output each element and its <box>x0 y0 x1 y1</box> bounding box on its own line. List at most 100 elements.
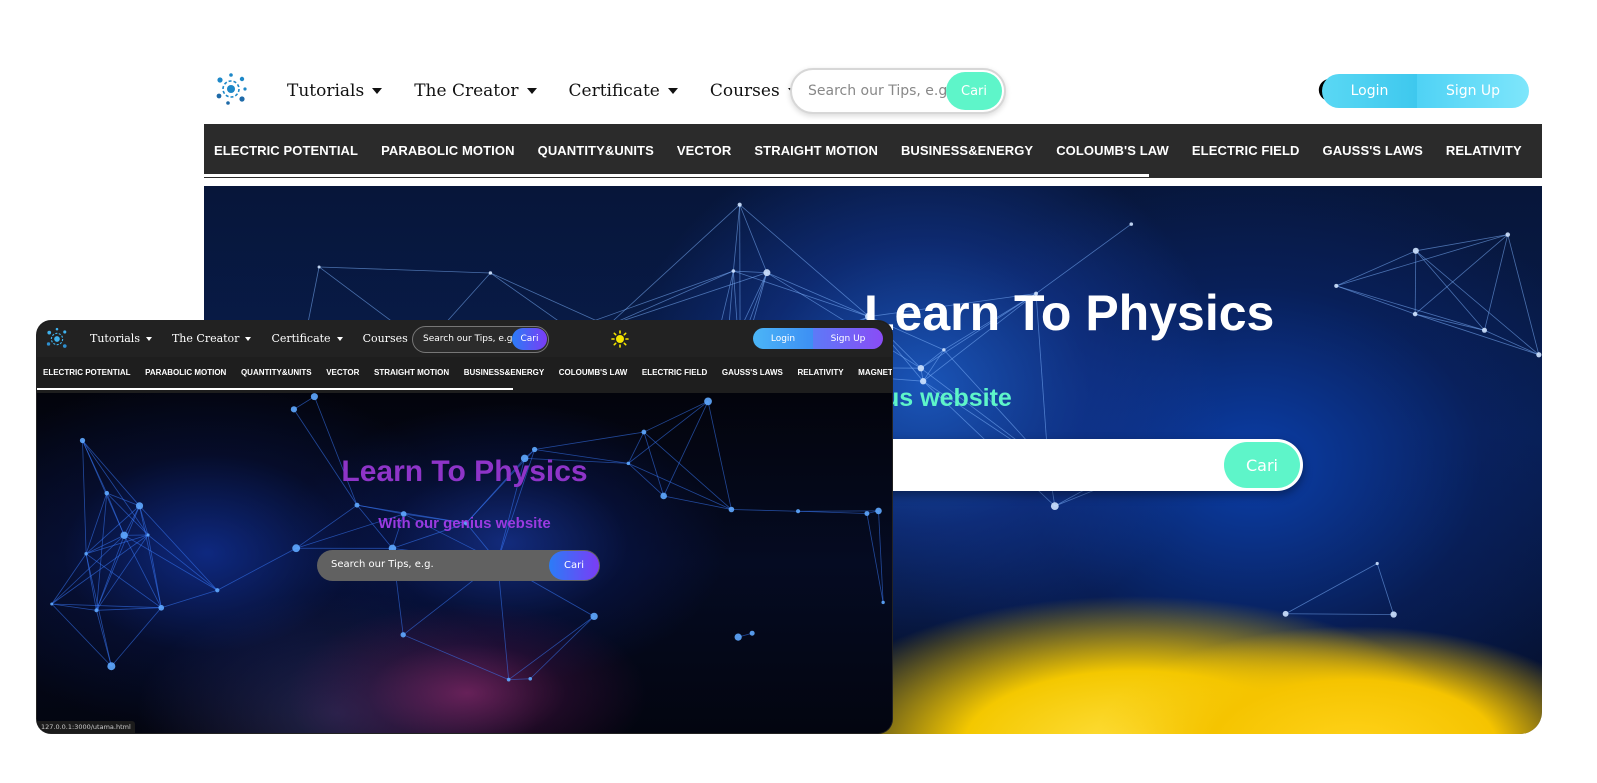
network-node <box>310 393 318 401</box>
network-line <box>403 634 509 681</box>
topic-tab[interactable]: PARABOLIC MOTION <box>145 368 226 377</box>
network-line <box>356 504 404 515</box>
caret-down-icon <box>526 88 537 94</box>
network-line <box>508 678 531 681</box>
topic-tab[interactable]: RELATIVITY <box>1446 143 1522 158</box>
network-line <box>161 589 218 609</box>
topic-tab[interactable]: ELECTRIC POTENTIAL <box>43 368 131 377</box>
topic-tab[interactable]: GAUSS'S LAWS <box>1322 143 1422 158</box>
hero-subtitle: us website <box>884 384 1012 412</box>
light-navbar: Tutorials The Creator Certificate Course… <box>204 58 1542 124</box>
hero-search-input[interactable]: Search our Tips, e.g. Cari <box>317 550 600 581</box>
search-button[interactable]: Cari <box>946 72 1002 110</box>
network-line <box>731 509 799 512</box>
network-node <box>660 492 667 500</box>
topic-tab[interactable]: BUSINESS&ENERGY <box>901 143 1033 158</box>
dark-mode-window: Tutorials The Creator Certificate Course… <box>37 321 892 733</box>
network-line <box>607 272 768 327</box>
menu-label: Certificate <box>271 332 331 345</box>
atom-logo-icon[interactable] <box>214 72 248 106</box>
menu-label: Courses <box>709 81 780 101</box>
topic-tab[interactable]: STRAIGHT MOTION <box>374 368 449 377</box>
network-line <box>508 616 595 680</box>
topic-tab[interactable]: QUANTITY&UNITS <box>538 143 654 158</box>
network-line <box>732 204 741 272</box>
nav-search-input[interactable]: Search our Tips, e.g. Cari <box>790 68 1006 114</box>
login-button[interactable]: Login <box>753 328 813 349</box>
menu-label: Tutorials <box>90 332 140 345</box>
network-line <box>1414 234 1509 315</box>
menu-tutorials[interactable]: Tutorials <box>287 81 383 101</box>
hero-search-button[interactable]: Cari <box>1224 442 1300 488</box>
network-node <box>506 677 511 682</box>
sun-icon[interactable] <box>611 330 629 348</box>
atom-logo-icon[interactable] <box>45 327 69 351</box>
network-line <box>96 610 112 667</box>
network-node <box>94 608 99 613</box>
topic-tab[interactable]: BUSINESS&ENERGY <box>464 368 544 377</box>
dark-hero: Learn To Physics With our genius website… <box>37 393 892 733</box>
signup-button[interactable]: Sign Up <box>813 328 883 349</box>
network-line <box>1376 563 1395 615</box>
network-line <box>86 534 149 555</box>
network-node <box>135 502 144 510</box>
network-node <box>641 429 647 435</box>
menu-the-creator[interactable]: The Creator <box>172 332 252 345</box>
network-node <box>1412 247 1419 254</box>
status-bar-url: 127.0.0.1:3000/utama.html <box>37 721 135 733</box>
network-line <box>1415 250 1540 356</box>
network-node <box>875 507 882 515</box>
network-line <box>739 204 768 273</box>
menu-label: The Creator <box>414 81 519 101</box>
network-node <box>292 544 301 553</box>
search-button[interactable]: Cari <box>512 328 547 350</box>
menu-the-creator[interactable]: The Creator <box>414 81 537 101</box>
menu-label: Tutorials <box>287 81 365 101</box>
network-line <box>217 547 297 591</box>
network-line <box>920 349 945 369</box>
hero-subtitle: With our genius website <box>378 515 551 532</box>
login-button[interactable]: Login <box>1322 74 1417 108</box>
caret-down-icon <box>372 88 383 94</box>
network-node <box>107 662 116 671</box>
menu-label: Courses <box>362 332 408 345</box>
topic-tab[interactable]: ELECTRIC FIELD <box>1192 143 1300 158</box>
network-node <box>84 552 88 556</box>
nav-search-input[interactable]: Search our Tips, e.g. Cari <box>412 326 549 353</box>
topic-tab[interactable]: VECTOR <box>326 368 359 377</box>
hero-search-button[interactable]: Cari <box>549 551 599 580</box>
network-node <box>528 676 533 681</box>
network-node <box>1505 232 1511 237</box>
network-node <box>1390 611 1397 618</box>
topic-tab[interactable]: MAGNET <box>858 368 892 377</box>
network-line <box>534 431 644 450</box>
network-node <box>146 533 150 537</box>
scroll-indicator <box>204 174 1149 177</box>
topic-tab[interactable]: COLOUMB'S LAW <box>1056 143 1169 158</box>
network-node <box>749 630 755 636</box>
menu-certificate[interactable]: Certificate <box>271 332 343 345</box>
hero-search-input[interactable]: Cari <box>844 439 1303 491</box>
topic-tab[interactable]: PARABOLIC MOTION <box>381 143 515 158</box>
topic-tab[interactable]: GAUSS'S LAWS <box>722 368 783 377</box>
topic-tab[interactable]: QUANTITY&UNITS <box>241 368 312 377</box>
menu-tutorials[interactable]: Tutorials <box>90 332 152 345</box>
network-node <box>104 490 110 496</box>
topic-tab[interactable]: COLOUMB'S LAW <box>559 368 628 377</box>
topic-tab[interactable]: RELATIVITY <box>797 368 843 377</box>
topic-tab[interactable]: ELECTRIC FIELD <box>642 368 707 377</box>
menu-certificate[interactable]: Certificate <box>569 81 678 101</box>
signup-button[interactable]: Sign Up <box>1417 74 1529 108</box>
network-node <box>1129 222 1134 226</box>
network-line <box>147 534 218 591</box>
network-line <box>1336 285 1416 315</box>
network-line <box>490 272 608 327</box>
topic-tab[interactable]: ELECTRIC POTENTIAL <box>214 143 358 158</box>
network-line <box>1415 313 1539 356</box>
caret-down-icon <box>245 336 252 341</box>
topic-tab[interactable]: VECTOR <box>677 143 732 158</box>
menu-courses[interactable]: Courses <box>710 81 798 101</box>
network-node <box>531 446 538 453</box>
dark-main-menu: Tutorials The Creator Certificate Course… <box>90 332 420 345</box>
topic-tab[interactable]: STRAIGHT MOTION <box>754 143 878 158</box>
